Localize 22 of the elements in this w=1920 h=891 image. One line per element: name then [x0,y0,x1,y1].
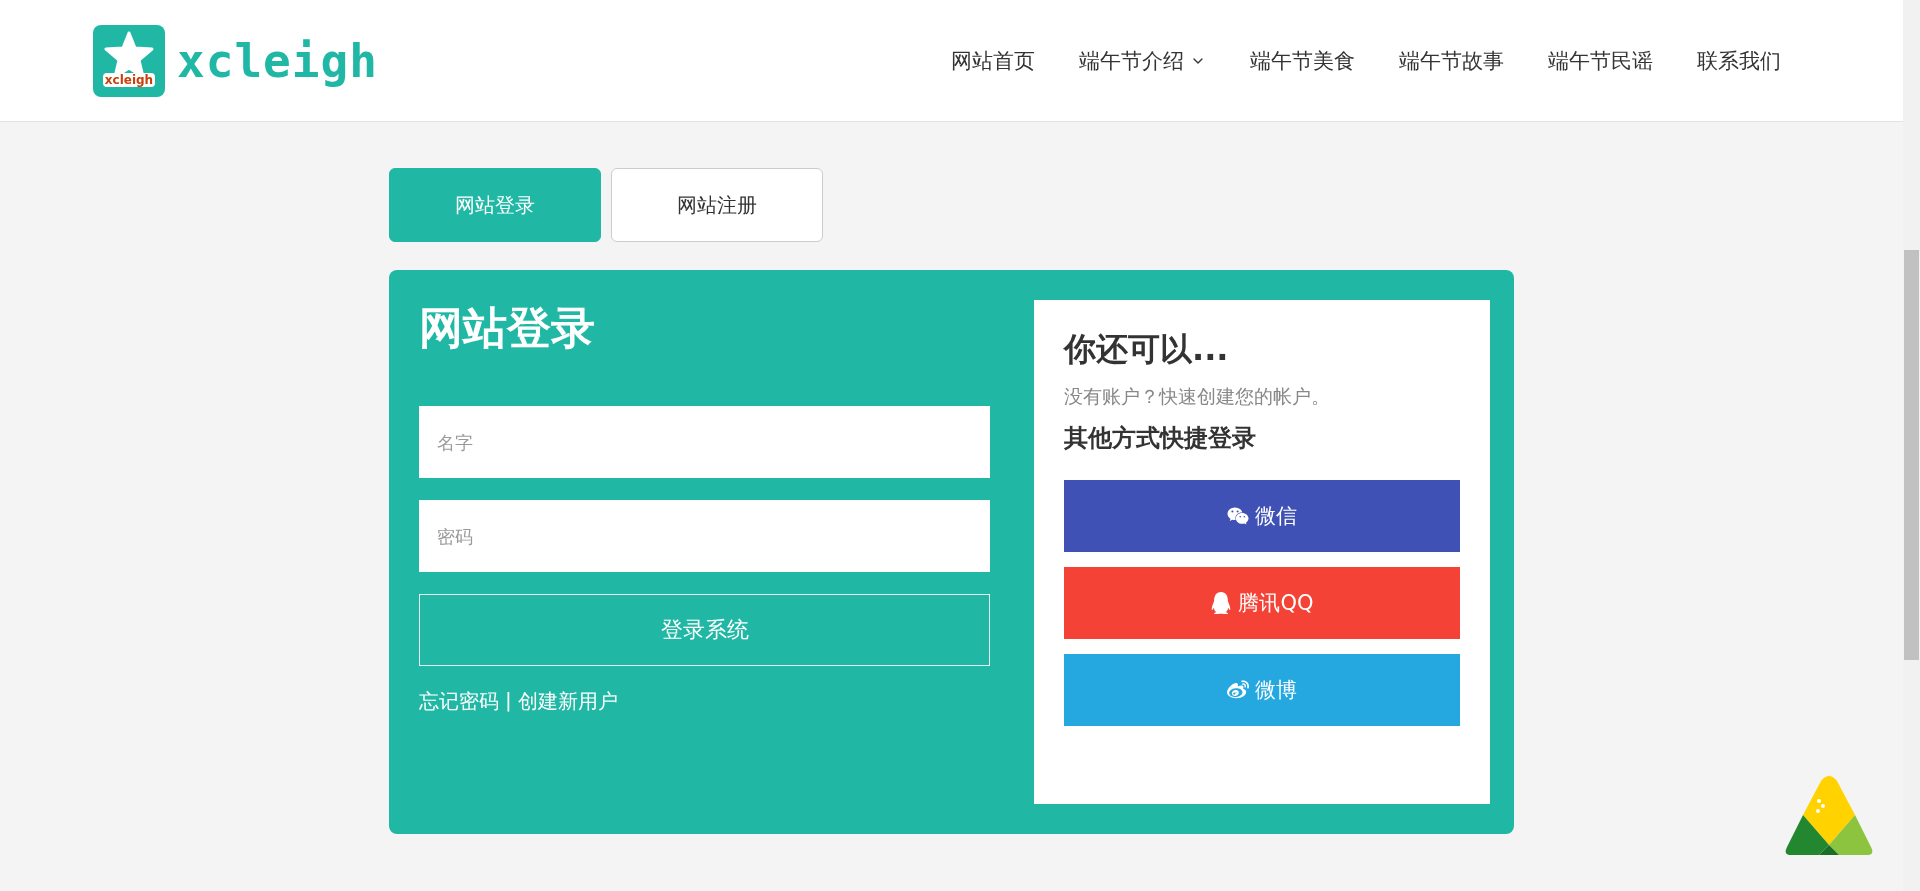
link-separator: | [505,688,512,714]
chat-bubbles-icon [1227,505,1249,527]
social-login-heading: 其他方式快捷登录 [1064,423,1257,454]
nav-link[interactable]: 端午节故事 [1399,46,1504,75]
logo-badge-text: xcleigh [102,72,156,87]
nav-link[interactable]: 端午节介绍 [1079,46,1206,75]
input-field[interactable]: 密码 [419,500,990,572]
tab[interactable]: 网站注册 [611,168,823,242]
nav-link[interactable]: 网站首页 [951,46,1035,75]
nav-link[interactable]: 端午节民谣 [1548,46,1653,75]
nav-link[interactable]: 联系我们 [1697,46,1781,75]
input-field[interactable]: 名字 [419,406,990,478]
logo-badge[interactable]: xcleigh [93,24,165,97]
login-title: 网站登录 [419,301,596,355]
eye-logo-icon [1227,679,1249,701]
nav-link[interactable]: 端午节美食 [1250,46,1355,75]
penguin-icon [1210,592,1233,614]
rice-dumpling-drawing[interactable] [1783,775,1875,857]
social-login-button[interactable]: 腾讯QQ [1064,567,1460,639]
social-login-button[interactable]: 微信 [1064,480,1460,552]
card-title: 你还可以... [1064,329,1230,370]
card-subtitle: 没有账户？快速创建您的帐户。 [1064,384,1331,409]
